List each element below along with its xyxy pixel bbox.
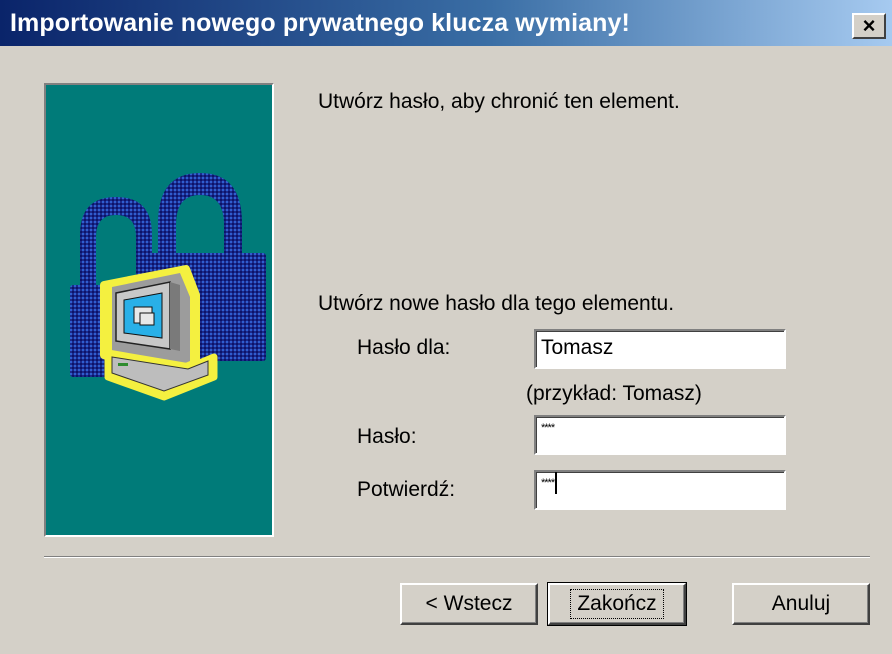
password-mask: **** bbox=[541, 422, 555, 434]
title-bar[interactable]: Importowanie nowego prywatnego klucza wy… bbox=[0, 0, 892, 46]
confirm-password-input[interactable]: **** bbox=[534, 470, 786, 510]
cancel-button[interactable]: Anuluj bbox=[732, 583, 870, 625]
back-button-label: < Wstecz bbox=[425, 592, 513, 615]
finish-button[interactable]: Zakończ bbox=[547, 582, 687, 626]
section-heading: Utwórz nowe hasło dla tego elementu. bbox=[318, 292, 675, 315]
back-button[interactable]: < Wstecz bbox=[400, 583, 538, 625]
cancel-button-label: Anuluj bbox=[771, 592, 831, 615]
password-input[interactable]: **** bbox=[534, 415, 786, 455]
confirm-label: Potwierdź: bbox=[357, 478, 456, 501]
confirm-password-mask: **** bbox=[541, 477, 555, 489]
password-label: Hasło: bbox=[357, 425, 417, 448]
finish-button-label: Zakończ bbox=[570, 589, 664, 619]
separator bbox=[44, 556, 870, 558]
window-title: Importowanie nowego prywatnego klucza wy… bbox=[10, 9, 630, 37]
computer-icon bbox=[100, 265, 218, 401]
wizard-illustration bbox=[44, 83, 274, 537]
close-button[interactable]: × bbox=[852, 13, 886, 39]
password-for-value: Tomasz bbox=[541, 336, 614, 359]
password-for-label: Hasło dla: bbox=[357, 336, 451, 359]
text-caret bbox=[555, 472, 558, 495]
intro-text: Utwórz hasło, aby chronić ten element. bbox=[318, 90, 680, 113]
example-hint: (przykład: Tomasz) bbox=[526, 382, 702, 405]
password-for-input[interactable]: Tomasz bbox=[534, 329, 786, 369]
close-icon: × bbox=[862, 13, 876, 38]
